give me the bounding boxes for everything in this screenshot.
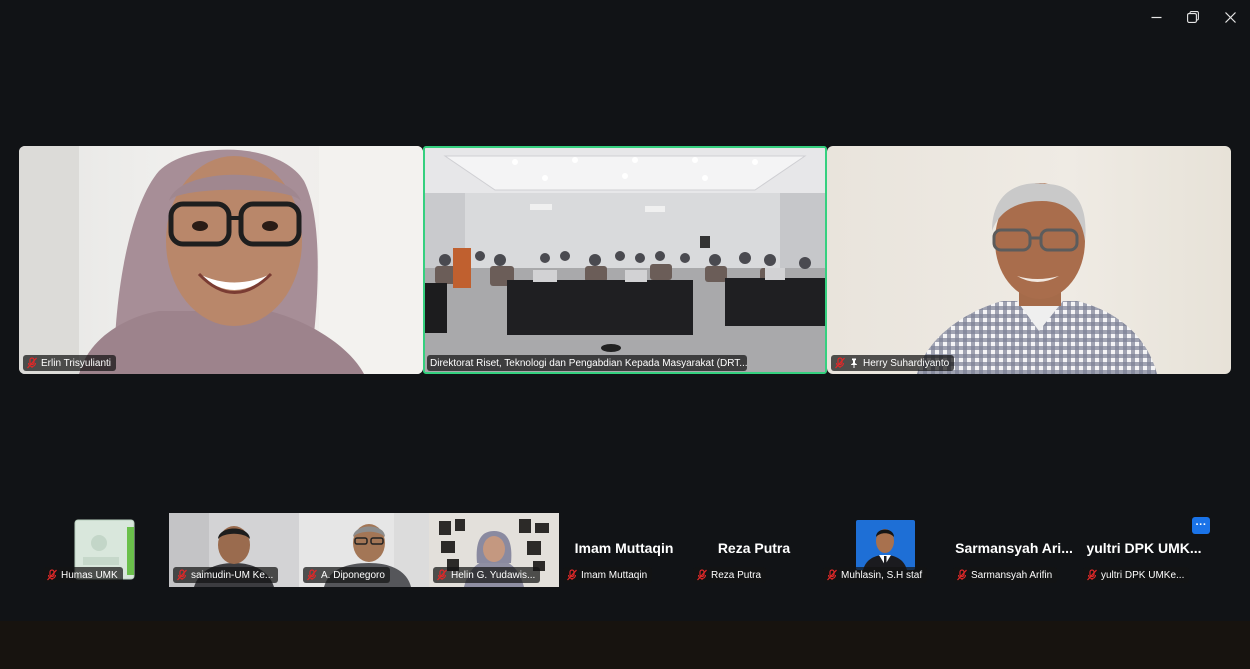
- mic-muted-icon: [1087, 569, 1097, 581]
- bottom-bar: [0, 621, 1250, 669]
- strip-tile-diponegoro[interactable]: A. Diponegoro: [299, 513, 429, 587]
- pin-icon: [851, 358, 857, 368]
- mic-muted-icon: [177, 569, 187, 581]
- participant-name-tag: A. Diponegoro: [303, 567, 390, 583]
- participant-name-tag: Imam Muttaqin: [563, 567, 653, 583]
- participant-video: [19, 146, 423, 374]
- strip-tile-sarmansyah[interactable]: Sarmansyah Ari... Sarmansyah Arifin: [949, 513, 1079, 587]
- participant-name-tag: Humas UMK: [43, 567, 123, 583]
- participant-name-tag: Herry Suhardiyanto: [831, 355, 955, 371]
- mic-muted-icon: [835, 357, 845, 369]
- mic-muted-icon: [827, 569, 837, 581]
- mic-muted-icon: [307, 569, 317, 581]
- strip-tile-humas-umk[interactable]: Humas UMK: [39, 513, 169, 587]
- mic-muted-icon: [957, 569, 967, 581]
- participant-name: Muhlasin, S.H staf: [841, 569, 923, 581]
- strip-tile-imam[interactable]: Imam Muttaqin Imam Muttaqin: [559, 513, 689, 587]
- participant-name: A. Diponegoro: [321, 569, 385, 581]
- close-icon: [1224, 11, 1236, 23]
- participant-name-tag: Muhlasin, S.H staf: [823, 567, 928, 583]
- mic-muted-icon: [27, 357, 37, 369]
- participant-name: Erlin Trisyulianti: [41, 357, 112, 369]
- participant-name: Reza Putra: [711, 569, 762, 581]
- title-bar: [0, 0, 1250, 36]
- participant-name: Humas UMK: [61, 569, 118, 581]
- participant-display-name: Reza Putra: [717, 540, 791, 556]
- participant-name: Herry Suhardiyanto: [863, 357, 950, 369]
- participant-display-name: Sarmansyah Ari...: [955, 540, 1073, 556]
- participant-display-name: Imam Muttaqin: [574, 540, 674, 556]
- participant-name: yultri DPK UMKe...: [1101, 569, 1185, 581]
- strip-tile-saimudin[interactable]: saimudin-UM Ke...: [169, 513, 299, 587]
- video-tile-herry[interactable]: Herry Suhardiyanto: [827, 146, 1231, 374]
- strip-tile-muhlasin[interactable]: Muhlasin, S.H staf: [819, 513, 949, 587]
- participant-name-tag: yultri DPK UMKe...: [1083, 567, 1190, 583]
- mic-muted-icon: [567, 569, 577, 581]
- participant-name-tag: Sarmansyah Arifin: [953, 567, 1058, 583]
- strip-tile-helin[interactable]: Helin G. Yudawis...: [429, 513, 559, 587]
- strip-tile-yultri[interactable]: yultri DPK UMK... yultri DPK UMKe...: [1079, 513, 1209, 587]
- strip-tile-reza[interactable]: Reza Putra Reza Putra: [689, 513, 819, 587]
- participant-name: Helin G. Yudawis...: [451, 569, 536, 581]
- mic-muted-icon: [437, 569, 447, 581]
- participant-name-tag: saimudin-UM Ke...: [173, 567, 279, 583]
- video-tile-direktorat[interactable]: Direktorat Riset, Teknologi dan Pengabdi…: [423, 146, 827, 374]
- participant-name-tag: Helin G. Yudawis...: [433, 567, 541, 583]
- restore-icon: [1187, 11, 1199, 23]
- close-button[interactable]: [1211, 0, 1249, 34]
- participant-name-tag: Erlin Trisyulianti: [23, 355, 117, 371]
- participant-display-name: yultri DPK UMK...: [1086, 540, 1202, 556]
- restore-button[interactable]: [1174, 0, 1212, 34]
- participant-name: Imam Muttaqin: [581, 569, 648, 581]
- participant-video: [917, 183, 1157, 374]
- minimize-icon: [1151, 16, 1161, 18]
- video-tile-erlin[interactable]: Erlin Trisyulianti: [19, 146, 423, 374]
- room-video: [425, 148, 825, 372]
- more-options-button[interactable]: ···: [1192, 517, 1210, 534]
- participant-name: saimudin-UM Ke...: [191, 569, 274, 581]
- participant-name: Sarmansyah Arifin: [971, 569, 1053, 581]
- participant-name: Direktorat Riset, Teknologi dan Pengabdi…: [430, 357, 747, 369]
- participant-name-tag: Direktorat Riset, Teknologi dan Pengabdi…: [427, 355, 747, 371]
- mic-muted-icon: [47, 569, 57, 581]
- minimize-button[interactable]: [1137, 0, 1175, 34]
- participant-name-tag: Reza Putra: [693, 567, 767, 583]
- mic-muted-icon: [697, 569, 707, 581]
